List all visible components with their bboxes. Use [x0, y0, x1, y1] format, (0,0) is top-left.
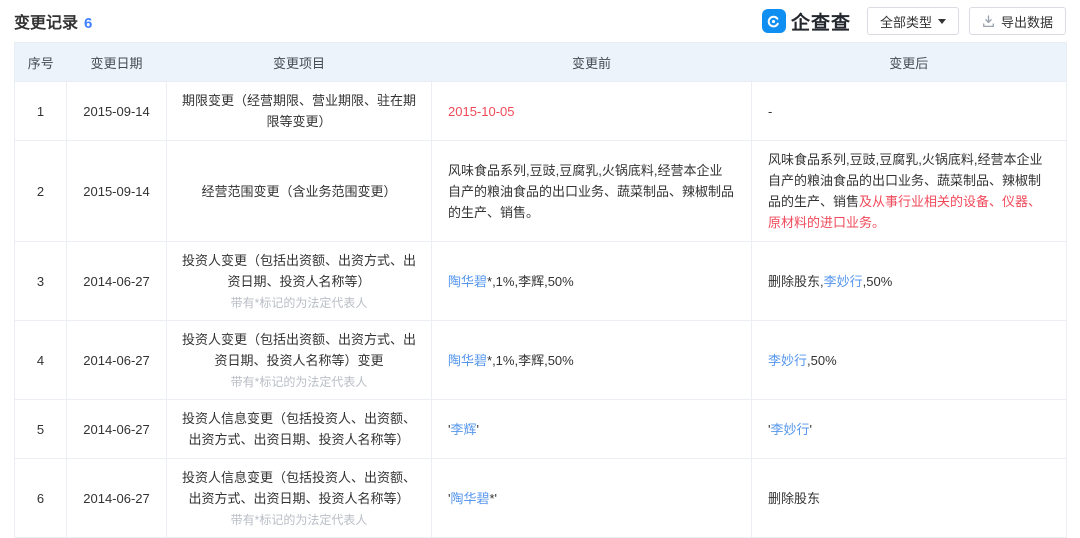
item-text: 投资人信息变更（包括投资人、出资额、出资方式、出资日期、投资人名称等） [181, 411, 416, 447]
cell-text: ' [476, 421, 479, 437]
table-row: 5 2014-06-27 投资人信息变更（包括投资人、出资额、出资方式、出资日期、投… [14, 399, 1067, 459]
after-cell: 风味食品系列,豆豉,豆腐乳,火锅底料,经营本企业自产的粮油食品的出口业务、蔬菜制… [751, 140, 1067, 242]
col-header-after: 变更后 [751, 42, 1067, 82]
serial-cell: 3 [14, 241, 67, 321]
qichacha-logo-icon [761, 9, 786, 33]
cell-text: *' [489, 490, 498, 506]
type-filter-dropdown[interactable]: 全部类型 [866, 7, 959, 35]
cell-text: *,1%,李辉,50% [487, 273, 574, 289]
before-cell: '陶华碧*' [431, 458, 752, 538]
serial-cell: 4 [14, 320, 67, 400]
table-row: 1 2015-09-14 期限变更（经营期限、营业期限、驻在期限等变更） 2015-1… [14, 81, 1067, 141]
change-records-panel: 变更记录 6 企查查 全部类型 导出数据 序号 变更日期 变更项目 变更前 变更… [0, 0, 1080, 538]
legal-rep-note: 带有*标记的为法定代表人 [230, 375, 368, 389]
before-cell: 风味食品系列,豆豉,豆腐乳,火锅底料,经营本企业自产的粮油食品的出口业务、蔬菜制… [431, 140, 752, 242]
table-body: 1 2015-09-14 期限变更（经营期限、营业期限、驻在期限等变更） 2015-1… [14, 81, 1067, 538]
after-cell: 删除股东 [751, 458, 1067, 538]
date-cell: 2015-09-14 [66, 81, 167, 141]
table-row: 6 2014-06-27 投资人信息变更（包括投资人、出资额、出资方式、出资日期、投… [14, 458, 1067, 538]
entity-link[interactable]: 李妙行 [768, 353, 807, 368]
table-row: 3 2014-06-27 投资人变更（包括出资额、出资方式、出资日期、投资人名称等）… [14, 241, 1067, 321]
cell-text: - [768, 103, 773, 119]
after-cell: '李妙行' [751, 399, 1067, 459]
entity-link[interactable]: 李辉 [450, 422, 476, 437]
toolbar: 企查查 全部类型 导出数据 [761, 7, 1066, 35]
cell-text: *,1%,李辉,50% [487, 352, 574, 368]
entity-link[interactable]: 陶华碧 [448, 353, 487, 368]
item-text: 投资人变更（包括出资额、出资方式、出资日期、投资人名称等） [181, 253, 416, 289]
export-data-button[interactable]: 导出数据 [968, 7, 1066, 35]
cell-text: 删除股东, [768, 273, 824, 289]
title-wrap: 变更记录 6 [14, 9, 92, 33]
change-records-table: 序号 变更日期 变更项目 变更前 变更后 1 2015-09-14 期限变更（经营期… [14, 42, 1067, 538]
item-cell: 投资人信息变更（包括投资人、出资额、出资方式、出资日期、投资人名称等） 带有*标记… [166, 458, 432, 538]
item-cell: 投资人信息变更（包括投资人、出资额、出资方式、出资日期、投资人名称等） [166, 399, 432, 459]
col-header-item: 变更项目 [166, 42, 432, 82]
export-data-label: 导出数据 [1000, 14, 1053, 30]
page-title: 变更记录 [14, 15, 79, 32]
type-filter-label: 全部类型 [879, 14, 932, 30]
item-cell: 投资人变更（包括出资额、出资方式、出资日期、投资人名称等）变更带有*标记的为法定… [166, 320, 432, 400]
cell-text: 风味食品系列,豆豉,豆腐乳,火锅底料,经营本企业自产的粮油食品的出口业务、蔬菜制… [448, 162, 735, 220]
col-header-serial: 序号 [14, 42, 67, 82]
entity-link[interactable]: 李妙行 [824, 274, 863, 289]
before-cell: '李辉' [431, 399, 752, 459]
serial-cell: 5 [14, 399, 67, 459]
item-cell: 投资人变更（包括出资额、出资方式、出资日期、投资人名称等） 带有*标记的为法定代表… [166, 241, 432, 321]
brand-name: 企查查 [790, 12, 851, 34]
cell-text: ,50% [807, 352, 837, 368]
col-header-date: 变更日期 [66, 42, 167, 82]
item-cell: 经营范围变更（含业务范围变更） [166, 140, 432, 242]
cell-text: ' [809, 421, 812, 437]
serial-cell: 6 [14, 458, 67, 538]
col-header-before: 变更前 [431, 42, 752, 82]
entity-link[interactable]: 陶华碧 [450, 491, 489, 506]
legal-rep-note: 带有*标记的为法定代表人 [230, 296, 368, 310]
legal-rep-note: 带有*标记的为法定代表人 [230, 513, 368, 527]
entity-link[interactable]: 李妙行 [770, 422, 809, 437]
cell-text: ,50% [862, 273, 893, 289]
changed-text: 2015-10-05 [448, 103, 515, 119]
date-cell: 2014-06-27 [66, 399, 167, 459]
after-cell: - [751, 81, 1067, 141]
before-cell: 陶华碧*,1%,李辉,50% [431, 241, 752, 321]
record-count-badge: 6 [84, 15, 93, 32]
after-cell: 删除股东,李妙行,50% [751, 241, 1067, 321]
item-text: 投资人变更（包括出资额、出资方式、出资日期、投资人名称等）变更 [181, 332, 416, 368]
item-text: 期限变更（经营期限、营业期限、驻在期限等变更） [181, 93, 416, 129]
item-text: 投资人信息变更（包括投资人、出资额、出资方式、出资日期、投资人名称等） [181, 470, 416, 506]
serial-cell: 2 [14, 140, 67, 242]
qichacha-brand: 企查查 [761, 8, 851, 35]
date-cell: 2014-06-27 [66, 320, 167, 400]
date-cell: 2014-06-27 [66, 241, 167, 321]
topbar: 变更记录 6 企查查 全部类型 导出数据 [14, 0, 1066, 42]
item-text: 经营范围变更（含业务范围变更） [201, 183, 397, 199]
serial-cell: 1 [14, 81, 67, 141]
before-cell: 陶华碧*,1%,李辉,50% [431, 320, 752, 400]
item-cell: 期限变更（经营期限、营业期限、驻在期限等变更） [166, 81, 432, 141]
caret-down-icon [937, 19, 946, 24]
date-cell: 2015-09-14 [66, 140, 167, 242]
table-row: 2 2015-09-14 经营范围变更（含业务范围变更） 风味食品系列,豆豉,豆腐乳,… [14, 140, 1067, 242]
table-header: 序号 变更日期 变更项目 变更前 变更后 [14, 42, 1067, 82]
after-cell: 李妙行,50% [751, 320, 1067, 400]
entity-link[interactable]: 陶华碧 [448, 274, 487, 289]
table-row: 4 2014-06-27 投资人变更（包括出资额、出资方式、出资日期、投资人名称等）… [14, 320, 1067, 400]
date-cell: 2014-06-27 [66, 458, 167, 538]
cell-text: 删除股东 [768, 490, 821, 506]
before-cell: 2015-10-05 [431, 81, 752, 141]
download-icon [983, 14, 994, 27]
